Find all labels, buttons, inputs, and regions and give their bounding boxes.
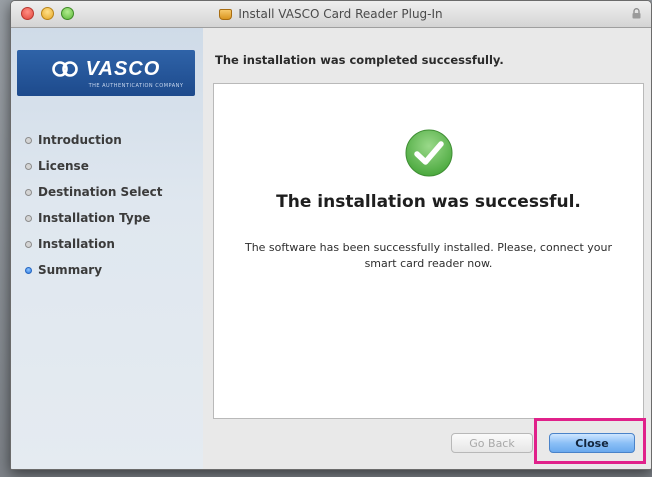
- step-label: Summary: [38, 263, 103, 277]
- close-button[interactable]: Close: [549, 433, 635, 453]
- step-label: License: [38, 159, 89, 173]
- success-heading: The installation was successful.: [276, 192, 581, 212]
- package-icon: [219, 8, 233, 20]
- step-installation-type: Installation Type: [25, 205, 162, 231]
- vasco-logo: VASCO The Authentication Company: [17, 50, 195, 96]
- go-back-button[interactable]: Go Back: [451, 433, 533, 453]
- vasco-logo-symbol-icon: [51, 61, 78, 77]
- step-dot-icon: [25, 240, 32, 248]
- step-label: Installation: [38, 237, 115, 251]
- step-label: Installation Type: [38, 211, 151, 225]
- installer-steps: Introduction License Destination Select …: [25, 127, 162, 283]
- window-title-text: Install VASCO Card Reader Plug-In: [238, 7, 443, 21]
- title-bar[interactable]: Install VASCO Card Reader Plug-In: [11, 1, 651, 28]
- success-message: The software has been successfully insta…: [244, 241, 613, 270]
- lock-icon: [632, 8, 641, 19]
- step-introduction: Introduction: [25, 127, 162, 153]
- step-dot-current-icon: [25, 266, 32, 274]
- step-dot-icon: [25, 188, 32, 196]
- installer-sidebar: VASCO The Authentication Company Introdu…: [11, 28, 203, 469]
- step-dot-icon: [25, 136, 32, 144]
- step-installation: Installation: [25, 231, 162, 257]
- step-label: Destination Select: [38, 185, 163, 199]
- step-summary: Summary: [25, 257, 162, 283]
- step-dot-icon: [25, 162, 32, 170]
- vasco-logo-tagline: The Authentication Company: [88, 82, 184, 89]
- window-title: Install VASCO Card Reader Plug-In: [11, 1, 651, 27]
- step-header: The installation was completed successfu…: [215, 53, 504, 67]
- step-dot-icon: [25, 214, 32, 222]
- step-license: License: [25, 153, 162, 179]
- summary-panel: The installation was successful. The sof…: [213, 83, 644, 419]
- checkmark-circle-icon: [405, 129, 453, 177]
- installer-window: Install VASCO Card Reader Plug-In VASCO …: [10, 0, 652, 470]
- vasco-logo-text: VASCO: [85, 57, 161, 80]
- step-label: Introduction: [38, 133, 122, 147]
- step-destination-select: Destination Select: [25, 179, 162, 205]
